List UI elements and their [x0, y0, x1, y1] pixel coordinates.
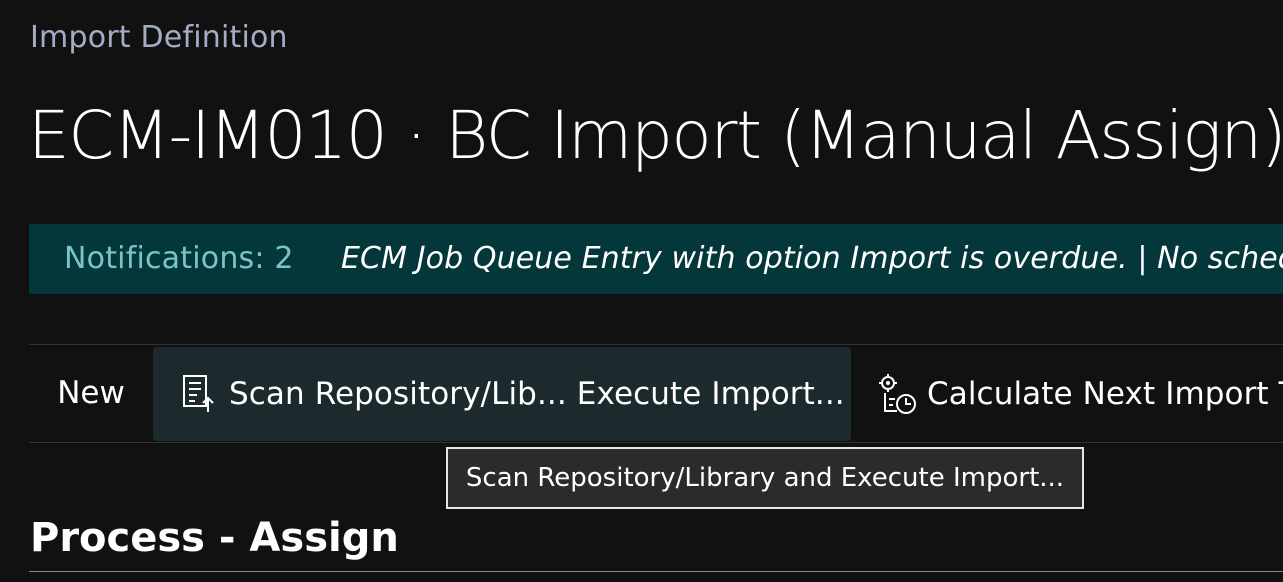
notification-count[interactable]: Notifications: 2: [64, 241, 294, 276]
page-caption: Import Definition: [30, 20, 288, 55]
action-bar: New Scan Repository/Lib... Execute Impor…: [29, 344, 1283, 443]
notification-bar[interactable]: Notifications: 2 ECM Job Queue Entry wit…: [29, 224, 1283, 294]
section-divider: [29, 571, 1283, 572]
calculate-next-import-time-button[interactable]: Calculate Next Import Time: [877, 345, 1283, 442]
calculate-next-import-time-label: Calculate Next Import Time: [927, 375, 1283, 412]
scan-execute-import-tooltip: Scan Repository/Library and Execute Impo…: [446, 447, 1084, 509]
new-button[interactable]: New: [29, 345, 153, 442]
section-title-process-assign[interactable]: Process - Assign: [30, 515, 399, 561]
page-title: ECM-IM010 · BC Import (Manual Assign): [28, 97, 1283, 174]
scan-execute-import-label: Scan Repository/Lib... Execute Import...: [229, 376, 845, 412]
scan-execute-import-button[interactable]: Scan Repository/Lib... Execute Import...: [153, 347, 851, 441]
gear-clock-icon: [879, 373, 916, 414]
notification-message: ECM Job Queue Entry with option Import i…: [341, 241, 1283, 276]
document-upload-icon: [183, 375, 214, 412]
